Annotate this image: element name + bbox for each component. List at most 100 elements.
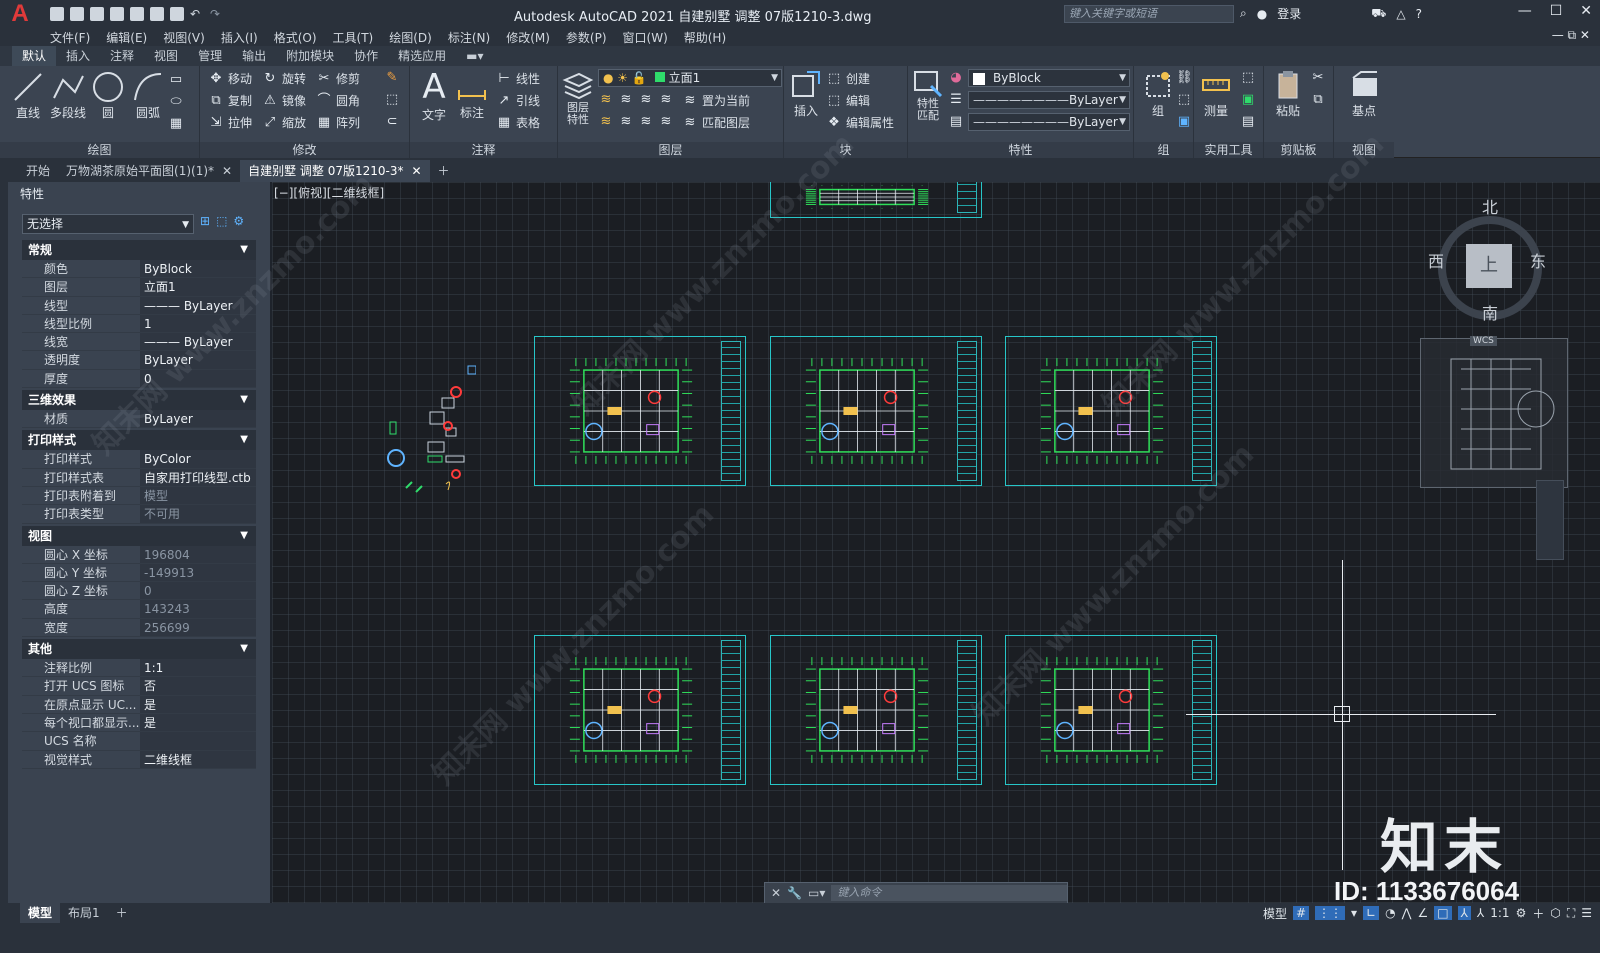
fullscreen-icon[interactable]: ⛶ — [1567, 906, 1575, 921]
edit-block-button[interactable]: ⬚ 编辑 — [826, 92, 870, 109]
prop-value[interactable]: 模型 — [140, 486, 256, 505]
prop-value[interactable]: 自家用打印线型.ctb — [140, 468, 256, 486]
doc-tab-villa[interactable]: 自建别墅 调整 07版1210-3* ✕ — [240, 160, 430, 182]
leader-button[interactable]: ↗ 引线 — [496, 92, 540, 109]
prop-row[interactable]: 厚度 0 — [22, 369, 256, 389]
linear-button[interactable]: ⊢ 线性 — [496, 70, 540, 87]
polyline-button[interactable]: 多段线 — [48, 70, 88, 121]
select-objects-icon[interactable]: ⬚ — [216, 214, 227, 228]
prop-value[interactable]: ByLayer — [140, 351, 256, 369]
prop-value[interactable]: 256699 — [140, 618, 256, 637]
floor-plan-sheet[interactable] — [770, 182, 982, 218]
search-input[interactable]: 键入关键字或短语 — [1064, 5, 1234, 23]
close-command-icon[interactable]: ✕ — [771, 886, 781, 900]
undo-icon[interactable]: ↶ — [190, 7, 204, 21]
viewcube-top-face[interactable]: 上 — [1466, 244, 1512, 288]
close-tab-icon[interactable]: ✕ — [222, 160, 232, 182]
prop-section-header[interactable]: 三维效果 ▼ — [22, 390, 256, 411]
prop-row[interactable]: UCS 名称 — [22, 732, 256, 751]
tab-featured[interactable]: 精选应用 — [388, 46, 456, 66]
utilities-panel-title[interactable]: 实用工具 — [1194, 142, 1263, 158]
collapse-icon[interactable]: ▼ — [240, 430, 248, 450]
viewcube[interactable]: 上 北 南 东 西 WCS — [1428, 198, 1552, 346]
grid-icon[interactable]: # — [1292, 906, 1310, 920]
text-button[interactable]: A 文字 — [414, 68, 454, 123]
prop-value[interactable]: -149913 — [140, 563, 256, 582]
linetype-dropdown[interactable]: ————————ByLayer ▼ — [968, 91, 1130, 109]
auto-scale-icon[interactable]: ⅄ — [1477, 906, 1484, 920]
cart-icon[interactable]: ⛟ — [1371, 6, 1386, 22]
menu-modify[interactable]: 修改(M) — [506, 29, 550, 46]
prop-value[interactable]: ByLayer — [140, 410, 256, 428]
prop-row[interactable]: 图层 立面1 — [22, 278, 256, 297]
menu-edit[interactable]: 编辑(E) — [106, 29, 147, 46]
floor-plan-sheet[interactable] — [770, 336, 982, 486]
prop-row[interactable]: 打印表类型 不可用 — [22, 505, 256, 524]
help-icon[interactable]: ? — [1416, 7, 1422, 21]
tab-insert[interactable]: 插入 — [56, 46, 100, 66]
snap-icon[interactable]: ⋮⋮ — [1315, 906, 1346, 920]
isolate-icon[interactable]: ⬡ — [1550, 906, 1560, 920]
rectangle-icon[interactable]: ▭ — [168, 72, 184, 88]
copy-clip-icon[interactable]: ⧉ — [1310, 92, 1326, 108]
prop-row[interactable]: 视觉样式 二维线框 — [22, 750, 256, 769]
prop-row[interactable]: 圆心 Z 坐标 0 — [22, 582, 256, 601]
floor-plan-sheet[interactable] — [770, 635, 982, 785]
wcs-menu[interactable]: WCS — [1470, 336, 1497, 346]
prop-row[interactable]: 线型 ——— ByLayer — [22, 296, 256, 315]
properties-panel-title[interactable]: 特性 — [908, 142, 1133, 158]
quick-select-icon[interactable]: ⬚ — [1240, 70, 1256, 86]
osnap-tracking-icon[interactable]: ∠ — [1417, 906, 1428, 920]
array-button[interactable]: ▦ 阵列 — [316, 114, 360, 131]
customize-icon[interactable]: 🔧 — [787, 886, 802, 900]
prop-value[interactable]: ByBlock — [140, 260, 256, 278]
prop-value[interactable]: ByColor — [140, 450, 256, 468]
tab-default[interactable]: 默认 — [12, 46, 57, 66]
menu-parametric[interactable]: 参数(P) — [566, 29, 607, 46]
prop-row[interactable]: 注释比例 1:1 — [22, 659, 256, 678]
login-link[interactable]: 登录 — [1277, 5, 1301, 22]
hatch-icon[interactable]: ▦ — [168, 116, 184, 132]
group-button[interactable]: 组 — [1138, 68, 1178, 119]
cut-icon[interactable]: ✂ — [1310, 70, 1326, 86]
tab-annotate[interactable]: 注释 — [100, 46, 144, 66]
annotation-scale[interactable]: 1:1 — [1490, 906, 1509, 920]
compass-east[interactable]: 东 — [1530, 248, 1546, 272]
prop-row[interactable]: 打印样式表 自家用打印线型.ctb — [22, 468, 256, 487]
prop-row[interactable]: 透明度 ByLayer — [22, 351, 256, 370]
open-web-icon[interactable] — [130, 7, 144, 21]
a360-icon[interactable]: △ — [1396, 7, 1405, 21]
offset-icon[interactable]: ⊂ — [384, 114, 400, 130]
prop-row[interactable]: 颜色 ByBlock — [22, 260, 256, 279]
new-tab-button[interactable]: ＋ — [430, 160, 458, 182]
prop-value[interactable]: 1 — [140, 314, 256, 333]
prop-section-header[interactable]: 视图 ▼ — [22, 525, 256, 546]
tab-addins[interactable]: 附加模块 — [276, 46, 344, 66]
add-layout-button[interactable]: ＋ — [108, 903, 136, 923]
compass-south[interactable]: 南 — [1482, 300, 1498, 324]
lineweight-icon[interactable]: ▤ — [948, 114, 964, 130]
save-as-icon[interactable] — [110, 7, 124, 21]
prop-row[interactable]: 线宽 ——— ByLayer — [22, 333, 256, 352]
selection-dropdown[interactable]: 无选择 ▼ — [22, 214, 194, 234]
infer-icon[interactable]: ▾ — [1351, 906, 1357, 920]
line-button[interactable]: 直线 — [8, 70, 48, 121]
doc-window-controls[interactable]: — ⧉ ✕ — [1552, 28, 1590, 43]
prop-value[interactable]: ——— ByLayer — [140, 296, 256, 314]
collapse-icon[interactable]: ▼ — [240, 390, 248, 410]
clipboard-panel-title[interactable]: 剪贴板 — [1264, 142, 1333, 158]
mirror-button[interactable]: ⚠ 镜像 — [262, 92, 306, 109]
compass-north[interactable]: 北 — [1482, 194, 1498, 218]
floor-plan-sheet[interactable] — [534, 635, 746, 785]
linetype-icon[interactable]: ☰ — [948, 92, 964, 108]
match-properties-button[interactable]: 特性 匹配 — [908, 68, 948, 122]
dimension-button[interactable]: 标注 — [452, 70, 492, 121]
prop-value[interactable]: 是 — [140, 695, 256, 713]
prop-row[interactable]: 打印样式 ByColor — [22, 450, 256, 469]
command-input[interactable]: 键入命令 — [831, 885, 1067, 901]
paste-button[interactable]: 粘贴 — [1268, 68, 1308, 119]
prop-value[interactable]: 196804 — [140, 545, 256, 563]
floor-plan-sheet[interactable] — [534, 336, 746, 486]
prop-row[interactable]: 在原点显示 UC... 是 — [22, 695, 256, 714]
minimize-icon[interactable]: — — [1518, 3, 1532, 19]
